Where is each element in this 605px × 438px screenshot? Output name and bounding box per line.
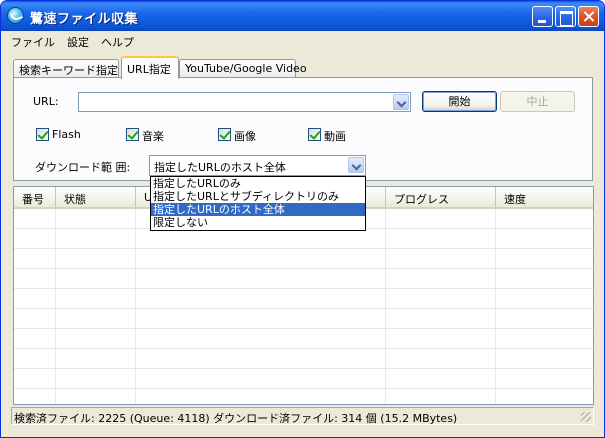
stop-button[interactable]: 中止: [500, 91, 575, 112]
tab-youtube[interactable]: YouTube/Google Video: [179, 59, 307, 78]
column-progress[interactable]: プログレス: [386, 187, 496, 207]
range-dropdown-chevron-icon[interactable]: [348, 157, 364, 173]
grid-line: [385, 209, 386, 404]
url-dropdown-chevron-icon[interactable]: [393, 94, 409, 110]
status-bar: 検索済ファイル: 2225 (Queue: 4118) ダウンロード済ファイル:…: [11, 407, 594, 425]
app-window: 鷺速ファイル収集 ファイル 設定 ヘルプ 検索キーワード指定 URL指定 You…: [0, 0, 605, 438]
status-text: 検索済ファイル: 2225 (Queue: 4118) ダウンロード済ファイル:…: [14, 412, 458, 425]
list-body[interactable]: [14, 209, 593, 404]
grid-line: [14, 328, 593, 329]
grid-line: [14, 348, 593, 349]
grid-line: [14, 288, 593, 289]
range-option-url-subdirs[interactable]: 指定したURLとサブディレクトリのみ: [151, 190, 365, 203]
grid-line: [14, 308, 593, 309]
column-speed[interactable]: 速度: [496, 187, 593, 207]
column-status[interactable]: 状態: [56, 187, 136, 207]
video-checkbox-label: 動画: [324, 130, 346, 143]
menu-settings[interactable]: 設定: [61, 31, 95, 50]
start-button[interactable]: 開始: [422, 91, 497, 112]
grid-line: [14, 388, 593, 389]
download-range-value: 指定したURLのホスト全体: [154, 161, 286, 174]
menu-help[interactable]: ヘルプ: [95, 31, 140, 50]
menu-file[interactable]: ファイル: [5, 31, 61, 50]
app-logo-icon[interactable]: [7, 7, 24, 24]
tab-keyword[interactable]: 検索キーワード指定: [13, 59, 119, 78]
range-option-whole-host[interactable]: 指定したURLのホスト全体: [151, 203, 365, 216]
tab-url[interactable]: URL指定: [121, 56, 179, 79]
music-checkbox[interactable]: [126, 128, 139, 141]
download-range-select[interactable]: 指定したURLのホスト全体: [149, 155, 366, 176]
grid-line: [14, 368, 593, 369]
range-option-url-only[interactable]: 指定したURLのみ: [151, 177, 365, 190]
music-checkbox-label: 音楽: [142, 130, 164, 143]
grid-line: [135, 209, 136, 404]
window-title: 鷺速ファイル収集: [30, 12, 139, 27]
range-option-unlimited[interactable]: 限定しない: [151, 216, 365, 229]
minimize-button[interactable]: [532, 6, 553, 27]
grid-line: [14, 268, 593, 269]
title-bar[interactable]: 鷺速ファイル収集: [1, 1, 604, 31]
image-checkbox[interactable]: [218, 128, 231, 141]
grid-line: [55, 209, 56, 404]
grid-line: [495, 209, 496, 404]
maximize-button[interactable]: [555, 6, 576, 27]
download-range-dropdown-list: 指定したURLのみ 指定したURLとサブディレクトリのみ 指定したURLのホスト…: [150, 176, 366, 231]
flash-checkbox-label: Flash: [52, 128, 81, 141]
image-checkbox-label: 画像: [234, 130, 256, 143]
column-number[interactable]: 番号: [14, 187, 56, 207]
grid-line: [14, 248, 593, 249]
download-range-label: ダウンロード範 囲:: [35, 161, 131, 174]
url-input[interactable]: [78, 92, 411, 112]
url-label: URL:: [33, 95, 59, 108]
resize-grip-icon[interactable]: [581, 412, 591, 422]
menu-bar: ファイル 設定 ヘルプ: [5, 31, 601, 50]
close-button[interactable]: [578, 6, 599, 27]
flash-checkbox[interactable]: [36, 128, 49, 141]
video-checkbox[interactable]: [308, 128, 321, 141]
